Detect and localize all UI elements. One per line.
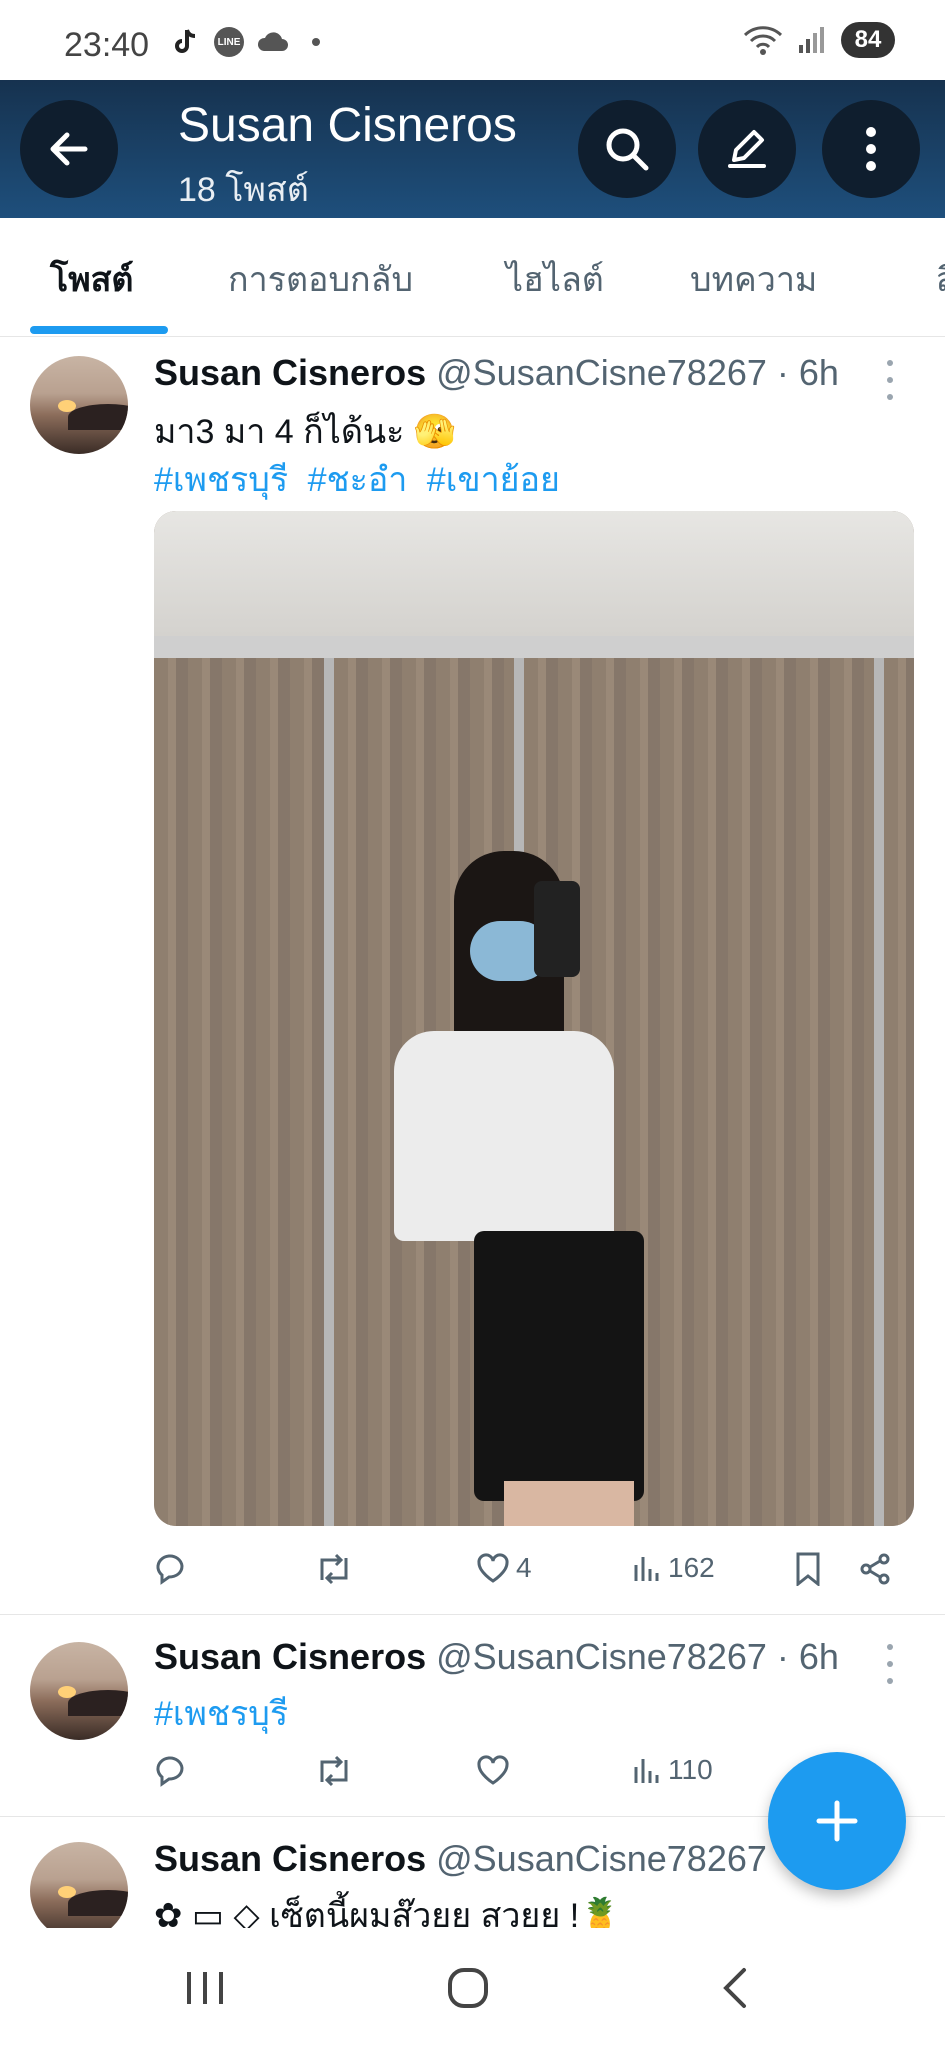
author-handle-time: @SusanCisne78267 [436, 1838, 767, 1879]
heart-icon [477, 1553, 509, 1583]
retweet-button[interactable] [314, 1552, 354, 1586]
views-icon [634, 1557, 659, 1581]
reply-button[interactable] [154, 1754, 188, 1788]
tab-posts[interactable]: โพสต์ [50, 252, 134, 306]
view-count: 162 [668, 1552, 715, 1583]
battery-indicator: 84 [841, 22, 895, 58]
retweet-icon [320, 1755, 348, 1787]
profile-header: Susan Cisneros 18 โพสต์ [0, 80, 945, 218]
like-button[interactable] [476, 1754, 510, 1786]
bookmark-icon [796, 1552, 820, 1586]
bookmark-button[interactable] [794, 1552, 822, 1586]
home-icon [448, 1968, 488, 2008]
hashtag-link[interactable]: #เขาย้อย [427, 461, 560, 499]
more-options-button[interactable] [822, 100, 920, 198]
back-nav-button[interactable] [700, 1958, 770, 2018]
search-button[interactable] [578, 100, 676, 198]
heart-icon [477, 1755, 509, 1785]
search-icon [606, 128, 649, 171]
avatar[interactable] [30, 1842, 128, 1928]
profile-tabs: โพสต์ การตอบกลับ ไฮไลต์ บทความ สื่อ [0, 218, 945, 337]
back-nav-icon [723, 1968, 746, 2008]
post-divider [0, 1614, 945, 1615]
post-hashtags: #เพชรบุรี #ชะอำ #เขาย้อย [154, 452, 570, 506]
tab-replies[interactable]: การตอบกลับ [228, 252, 413, 306]
post-media-image[interactable] [154, 511, 914, 1526]
post-menu-button[interactable] [880, 1644, 900, 1684]
line-icon: LINE [214, 27, 244, 57]
author-handle-time: @SusanCisne78267 · 6h [436, 1636, 839, 1677]
like-button[interactable]: 4 [476, 1552, 532, 1584]
author-name[interactable]: Susan Cisneros [154, 1636, 426, 1677]
views-button[interactable]: 110 [632, 1754, 713, 1786]
post-author[interactable]: Susan Cisneros @SusanCisne78267 · 6h [154, 1636, 839, 1678]
edit-icon [728, 130, 766, 168]
post-hashtags: #เพชรบุรี [154, 1686, 298, 1740]
hashtag-link[interactable]: #เพชรบุรี [154, 461, 288, 499]
recent-apps-icon [187, 1972, 223, 2004]
post-actions: 4 162 [154, 1552, 914, 1592]
retweet-icon [320, 1553, 348, 1585]
tab-media[interactable]: สื่อ [936, 252, 945, 306]
system-status: 84 [743, 22, 895, 58]
views-button[interactable]: 162 [632, 1552, 715, 1584]
active-tab-indicator [30, 326, 168, 334]
dot-icon [300, 26, 332, 58]
tab-highlights[interactable]: ไฮไลต์ [506, 252, 604, 306]
reply-icon [156, 1554, 184, 1585]
cloud-icon [256, 26, 288, 58]
tab-articles[interactable]: บทความ [690, 252, 817, 306]
author-handle-time: @SusanCisne78267 · 6h [436, 352, 839, 393]
recent-apps-button[interactable] [170, 1958, 240, 2018]
status-bar: 23:40 LINE 84 [0, 0, 945, 80]
wifi-icon [743, 26, 783, 55]
hashtag-link[interactable]: #เพชรบุรี [154, 1695, 288, 1733]
system-navigation-bar [0, 1928, 945, 2048]
post-author[interactable]: Susan Cisneros @SusanCisne78267 [154, 1838, 767, 1880]
avatar[interactable] [30, 1642, 128, 1740]
plus-icon [816, 1800, 858, 1842]
view-count: 110 [668, 1754, 713, 1785]
post-text: มา3 มา 4 ก็ได้นะ 🫣 [154, 413, 457, 451]
status-time: 23:40 [64, 26, 150, 64]
profile-name: Susan Cisneros [178, 99, 517, 152]
post-author[interactable]: Susan Cisneros @SusanCisne78267 · 6h [154, 352, 839, 394]
post-menu-button[interactable] [880, 360, 900, 400]
signal-icon [799, 27, 824, 53]
arrow-left-icon [50, 132, 88, 166]
author-name[interactable]: Susan Cisneros [154, 352, 426, 393]
like-count: 4 [516, 1552, 532, 1583]
retweet-button[interactable] [314, 1754, 354, 1788]
compose-button[interactable] [698, 100, 796, 198]
views-icon [634, 1759, 659, 1783]
share-icon [860, 1553, 890, 1585]
home-button[interactable] [433, 1958, 503, 2018]
post-text: ✿ ▭ ◇ เซ็ตนี้ผมส๊วยย สวยย !🍍 [154, 1897, 622, 1928]
hashtag-link[interactable]: #ชะอำ [308, 461, 408, 499]
reply-button[interactable] [154, 1552, 188, 1586]
share-button[interactable] [858, 1552, 892, 1586]
notification-icons: LINE [170, 26, 332, 58]
reply-icon [156, 1756, 184, 1787]
back-button[interactable] [20, 100, 118, 198]
compose-fab-button[interactable] [768, 1752, 906, 1890]
author-name[interactable]: Susan Cisneros [154, 1838, 426, 1879]
tiktok-icon [170, 26, 202, 58]
more-vertical-icon [866, 127, 876, 171]
avatar[interactable] [30, 356, 128, 454]
post-count: 18 โพสต์ [178, 171, 309, 209]
